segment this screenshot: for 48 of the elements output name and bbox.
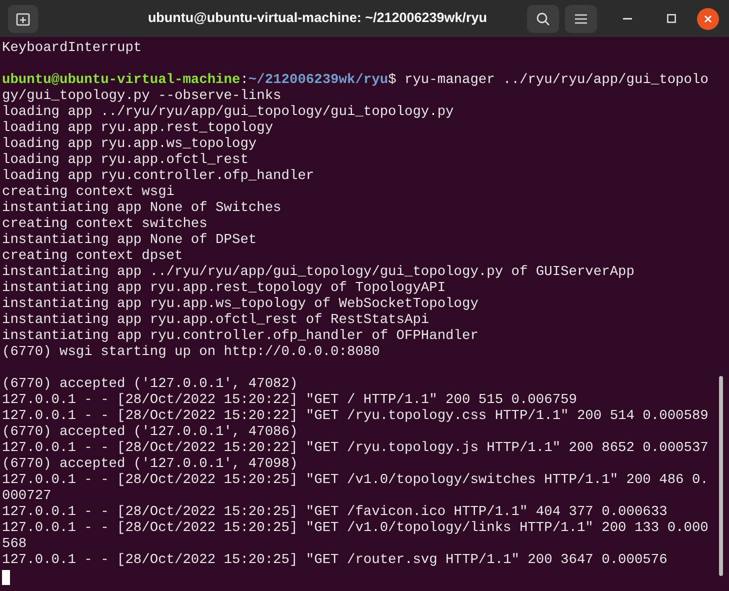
terminal-line: instantiating app ryu.app.ws_topology of WebSocketTopology — [2, 297, 478, 313]
text-cursor — [2, 570, 10, 584]
terminal-line: instantiating app None of Switches — [2, 201, 282, 217]
new-tab-button[interactable] — [8, 4, 38, 32]
terminal-line: 127.0.0.1 - - [28/Oct/2022 15:20:25] "GET /v1.0/topology/switches HTTP/1.1" 200 486 0. — [2, 473, 708, 489]
terminal-line: 127.0.0.1 - - [28/Oct/2022 15:20:25] "GET /v1.0/topology/links HTTP/1.1" 200 133 0.000 — [2, 521, 708, 537]
new-tab-icon — [16, 12, 30, 26]
terminal-line: creating context dpset — [2, 249, 183, 265]
terminal-line: gy/gui_topology.py --observe-links — [2, 89, 282, 105]
terminal-line: loading app ryu.app.rest_topology — [2, 121, 274, 137]
menu-button[interactable] — [565, 4, 597, 32]
terminal-line: instantiating app ryu.app.ofctl_rest of RestStatsApi — [2, 313, 430, 329]
terminal-line: instantiating app ../ryu/ryu/app/gui_topology/gui_topology.py of GUIServerApp — [2, 265, 634, 281]
terminal-line: instantiating app None of DPSet — [2, 233, 257, 249]
terminal-line: creating context wsgi — [2, 185, 174, 201]
minimize-icon — [622, 18, 632, 20]
scrollbar[interactable] — [719, 376, 723, 576]
terminal-line: (6770) accepted ('127.0.0.1', 47086) — [2, 425, 298, 441]
terminal-line: instantiating app ryu.app.rest_topology of TopologyAPI — [2, 281, 446, 297]
terminal-line: instantiating app ryu.controller.ofp_handler of OFPHandler — [2, 329, 478, 345]
close-icon — [704, 14, 712, 22]
terminal-line: 127.0.0.1 - - [28/Oct/2022 15:20:25] "GET /favicon.ico HTTP/1.1" 404 377 0.000633 — [2, 505, 668, 521]
terminal-line: creating context switches — [2, 217, 208, 233]
terminal-line: 127.0.0.1 - - [28/Oct/2022 15:20:25] "GET /router.svg HTTP/1.1" 200 3647 0.000576 — [2, 553, 668, 569]
prompt-path: ~/212006239wk/ryu — [248, 73, 388, 89]
prompt-user-host: ubuntu@ubuntu-virtual-machine — [2, 73, 240, 89]
command-text: ryu-manager ../ryu/ryu/app/gui_topolo — [403, 73, 708, 89]
terminal-line: (6770) wsgi starting up on http://0.0.0.0:8080 — [2, 345, 380, 361]
terminal-line: loading app ../ryu/ryu/app/gui_topology/gui_topology.py — [2, 105, 454, 121]
maximize-icon — [666, 14, 676, 23]
terminal-line: (6770) accepted ('127.0.0.1', 47098) — [2, 457, 298, 473]
terminal-line: 127.0.0.1 - - [28/Oct/2022 15:20:22] "GET /ryu.topology.css HTTP/1.1" 200 514 0.000589 — [2, 409, 708, 425]
terminal-line: (6770) accepted ('127.0.0.1', 47082) — [2, 377, 298, 393]
close-button[interactable] — [697, 8, 719, 30]
terminal-line: 568 — [2, 537, 27, 553]
terminal-line: 000727 — [2, 489, 52, 505]
search-icon — [536, 12, 550, 26]
terminal-line: KeyboardInterrupt — [2, 41, 142, 57]
search-button[interactable] — [527, 4, 559, 32]
window-title: ubuntu@ubuntu-virtual-machine: ~/212006239wk/ryu — [148, 9, 488, 28]
terminal-line: loading app ryu.controller.ofp_handler — [2, 169, 314, 185]
menu-icon — [575, 14, 587, 24]
prompt-separator: : — [240, 73, 248, 89]
terminal-line: 127.0.0.1 - - [28/Oct/2022 15:20:22] "GET / HTTP/1.1" 200 515 0.006759 — [2, 393, 577, 409]
terminal-line: loading app ryu.app.ofctl_rest — [2, 153, 248, 169]
terminal-line: 127.0.0.1 - - [28/Oct/2022 15:20:22] "GET /ryu.topology.js HTTP/1.1" 200 8652 0.000537 — [2, 441, 708, 457]
terminal-line: loading app ryu.app.ws_topology — [2, 137, 257, 153]
prompt-symbol: $ — [388, 73, 396, 89]
